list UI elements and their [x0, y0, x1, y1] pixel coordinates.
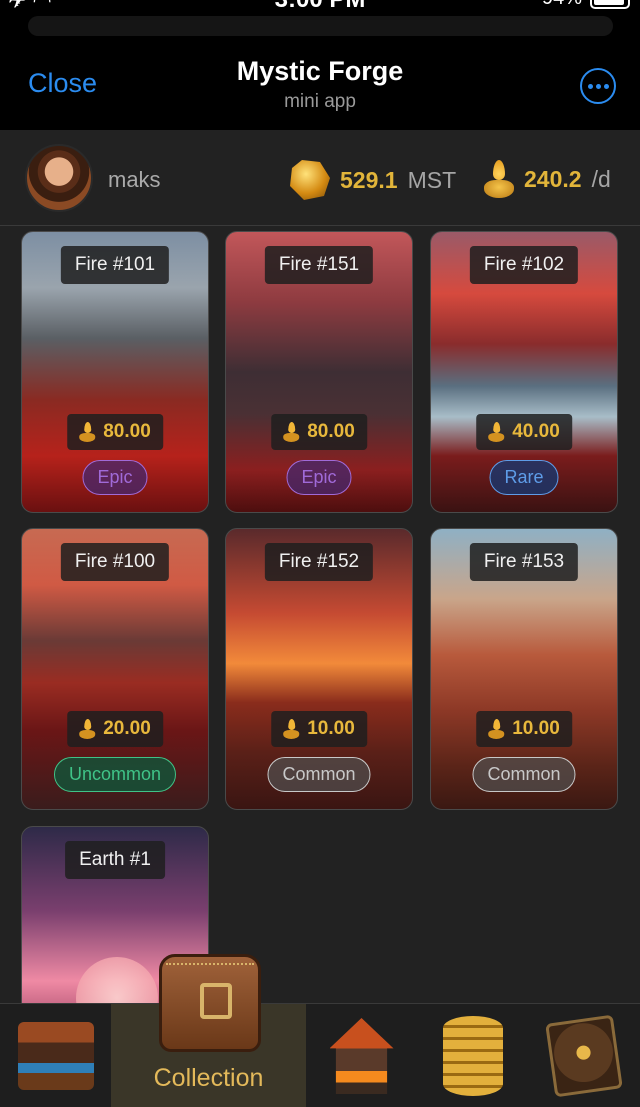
rate-value: 240.2: [524, 165, 582, 192]
flame-icon: [79, 422, 96, 442]
card-fire-152[interactable]: Fire #152 10.00 Common: [225, 528, 413, 810]
flame-icon: [79, 719, 96, 739]
nav-collection[interactable]: Collection: [111, 954, 306, 1107]
card-fire-100[interactable]: Fire #100 20.00 Uncommon: [21, 528, 209, 810]
flame-icon: [488, 719, 505, 739]
rarity-badge: Uncommon: [53, 757, 177, 792]
card-fire-102[interactable]: Fire #102 40.00 Rare: [430, 231, 618, 513]
flame-icon: [283, 422, 300, 442]
card-title: Fire #152: [264, 543, 374, 581]
card-price: 10.00: [476, 711, 572, 747]
status-bar: ✈ ◠ 3:00 PM 94%: [0, 0, 640, 14]
card-title: Fire #101: [60, 246, 170, 284]
rarity-badge: Common: [267, 757, 371, 792]
nav-collection-label: Collection: [153, 1064, 264, 1092]
gem-icon: [290, 160, 330, 200]
underlying-page-bar: [28, 16, 613, 36]
satchel-icon: [159, 954, 261, 1052]
nav-market[interactable]: [0, 1004, 111, 1107]
rarity-badge: Epic: [286, 460, 352, 495]
card-price-value: 80.00: [307, 421, 355, 442]
card-price: 40.00: [476, 414, 572, 450]
battery-icon: [590, 0, 630, 9]
coin-stack-icon: [442, 1016, 503, 1096]
app-title: Mystic Forge: [236, 56, 404, 86]
card-title: Fire #153: [469, 543, 579, 581]
flame-icon: [484, 160, 514, 198]
card-price-value: 10.00: [512, 718, 560, 739]
card-price-value: 40.00: [512, 421, 560, 442]
more-options-icon[interactable]: [580, 68, 616, 104]
nav-forge[interactable]: [306, 1004, 417, 1107]
avatar[interactable]: [25, 144, 93, 212]
rate-unit: /d: [591, 165, 611, 192]
card-price: 80.00: [271, 414, 367, 450]
collection-view: maks 529.1 MST 240.2 /d Fire #101 80.00 …: [0, 130, 640, 1003]
rarity-badge: Epic: [82, 460, 148, 495]
mini-app-header: Close Mystic Forge mini app: [0, 38, 640, 130]
card-price-value: 20.00: [103, 718, 151, 739]
battery-indicator: 94%: [542, 0, 630, 10]
nav-guide[interactable]: [528, 1004, 640, 1107]
card-price-value: 80.00: [103, 421, 151, 442]
username: maks: [108, 167, 161, 192]
user-bar: maks 529.1 MST 240.2 /d: [0, 130, 640, 226]
card-title: Earth #1: [65, 841, 165, 879]
card-price: 20.00: [67, 711, 163, 747]
daily-rate: 240.2 /d: [484, 160, 611, 198]
flame-icon: [488, 422, 505, 442]
rarity-badge: Common: [472, 757, 576, 792]
card-title: Fire #100: [60, 543, 170, 581]
card-price-value: 10.00: [307, 718, 355, 739]
card-title: Fire #151: [264, 246, 374, 284]
mst-unit: MST: [407, 166, 457, 193]
battery-percent: 94%: [542, 0, 582, 10]
card-fire-101[interactable]: Fire #101 80.00 Epic: [21, 231, 209, 513]
card-price: 10.00: [271, 711, 367, 747]
mst-balance: 529.1 MST: [290, 160, 456, 200]
nav-earn[interactable]: [417, 1004, 528, 1107]
card-fire-151[interactable]: Fire #151 80.00 Epic: [225, 231, 413, 513]
card-price: 80.00: [67, 414, 163, 450]
spell-book-icon: [545, 1014, 623, 1098]
forge-house-icon: [329, 1018, 394, 1094]
app-subtitle: mini app: [284, 91, 356, 112]
rarity-badge: Rare: [489, 460, 559, 495]
flame-icon: [283, 719, 300, 739]
card-artwork: [76, 957, 158, 1003]
bottom-nav: Collection: [0, 954, 640, 1107]
market-stall-icon: [17, 1022, 94, 1090]
card-fire-153[interactable]: Fire #153 10.00 Common: [430, 528, 618, 810]
mst-value: 529.1: [340, 166, 398, 193]
card-title: Fire #102: [469, 246, 579, 284]
